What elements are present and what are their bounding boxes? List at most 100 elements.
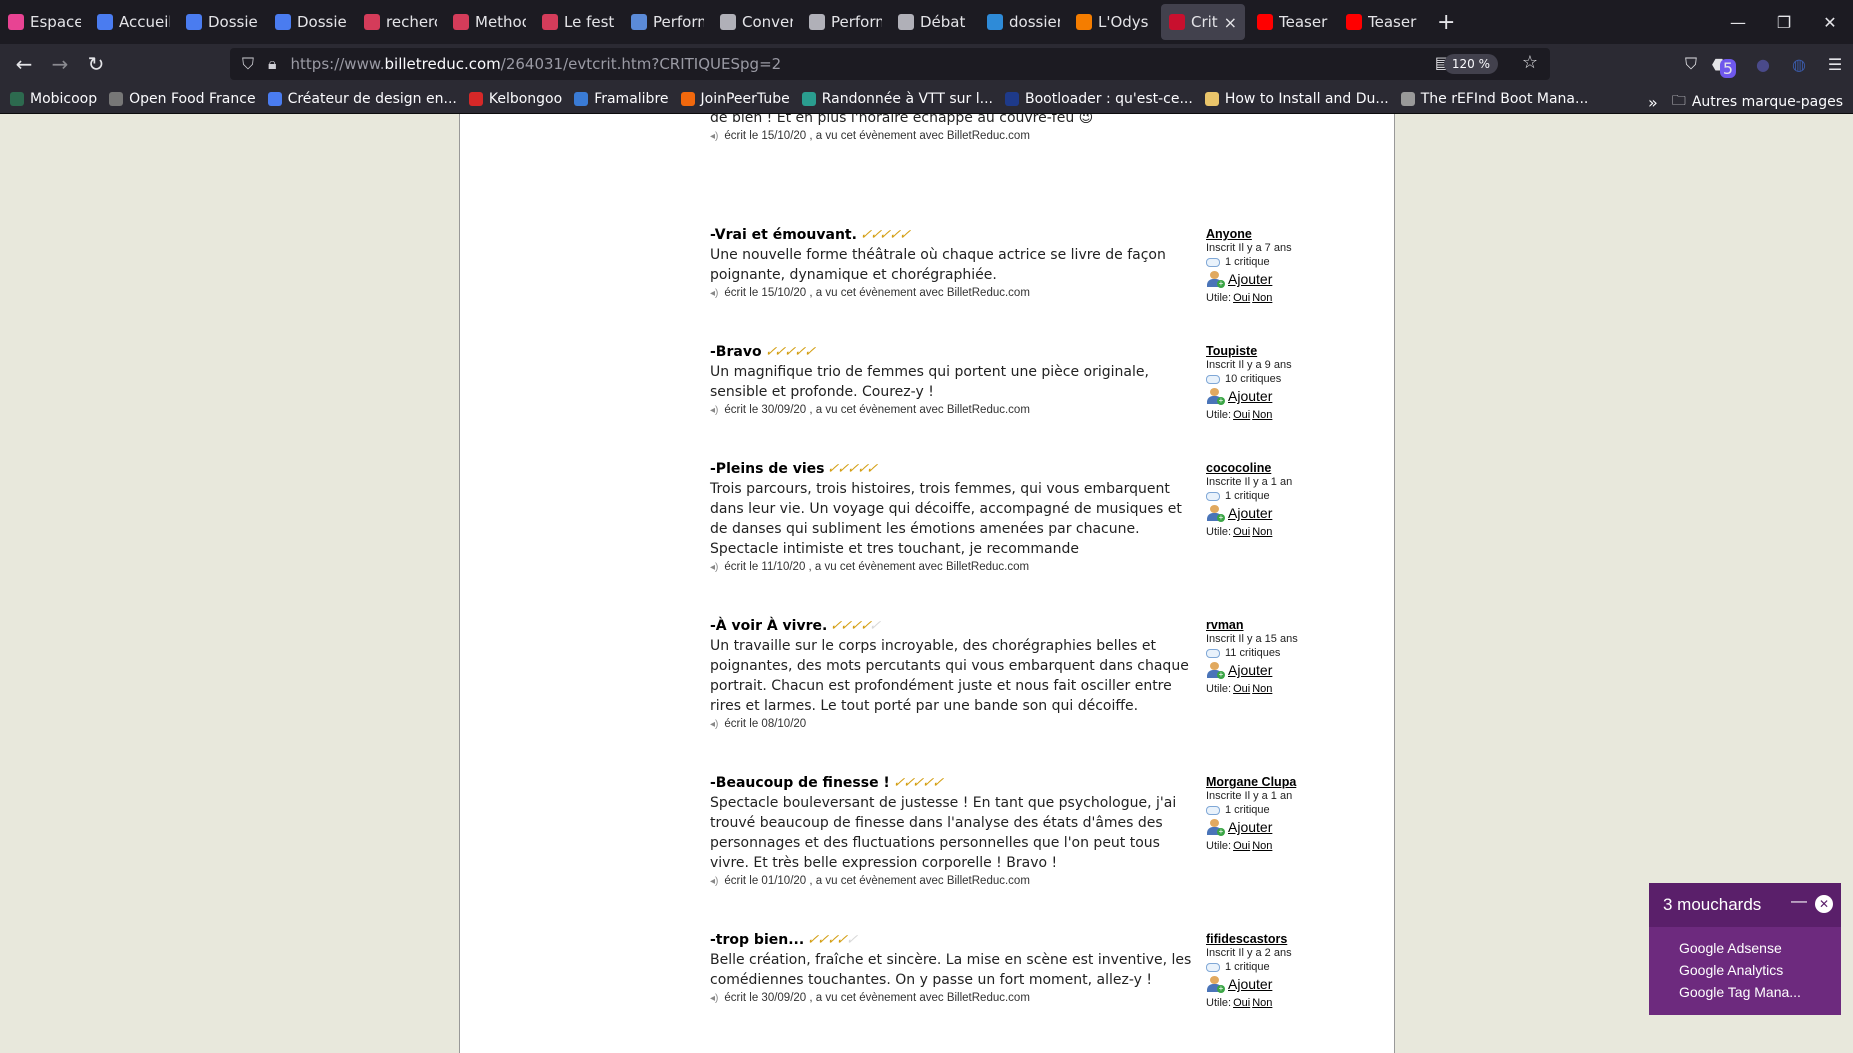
useful-no-link[interactable]: Non xyxy=(1252,292,1272,304)
menu-icon[interactable]: ☰ xyxy=(1817,55,1853,74)
useful-no-link[interactable]: Non xyxy=(1252,683,1272,695)
review-meta: ◂) écrit le 01/10/20 , a vu cet évènement… xyxy=(710,875,1202,887)
reviewer-panel: Toupiste Inscrit Il y a 9 ans 10 critiques… xyxy=(1206,344,1346,421)
tab-0[interactable]: Espace Cl xyxy=(0,0,89,44)
tab-3[interactable]: Dossier : xyxy=(267,0,356,44)
pocket-icon[interactable]: ⛉ xyxy=(1673,54,1709,74)
useful-vote: Utile: Oui Non xyxy=(1206,997,1346,1009)
review-date: écrit le 08/10/20 xyxy=(724,718,807,730)
useful-yes-link[interactable]: Oui xyxy=(1233,526,1250,538)
chevron-double-icon[interactable]: » xyxy=(1648,93,1658,112)
review-body: Spectacle bouleversant de justesse ! En … xyxy=(710,795,1177,871)
reviewer-name[interactable]: Anyone xyxy=(1206,227,1346,241)
reviewer-name[interactable]: fifidescastors xyxy=(1206,932,1346,946)
add-friend-label[interactable]: Ajouter xyxy=(1228,975,1272,993)
add-friend-label[interactable]: Ajouter xyxy=(1228,387,1272,405)
back-icon[interactable]: ← xyxy=(6,52,42,76)
extension-icon-3[interactable]: ◍ xyxy=(1781,55,1817,74)
lock-icon[interactable]: 🔒︎ xyxy=(268,54,277,74)
useful-no-link[interactable]: Non xyxy=(1252,997,1272,1009)
tracker-item[interactable]: Google Adsense xyxy=(1679,937,1841,959)
useful-yes-link[interactable]: Oui xyxy=(1233,997,1250,1009)
restore-icon[interactable]: ❐ xyxy=(1761,13,1807,32)
tab-12[interactable]: L'Odyssé xyxy=(1068,0,1157,44)
extension-icon[interactable]: ⬣5 xyxy=(1709,55,1745,78)
bookmark-item[interactable]: Framalibre xyxy=(574,90,669,107)
tab-9[interactable]: Performa xyxy=(801,0,890,44)
close-tab-icon[interactable]: × xyxy=(1224,13,1237,32)
other-bookmarks[interactable]: » 🗀 Autres marque-pages xyxy=(1648,90,1843,114)
close-window-icon[interactable]: ✕ xyxy=(1807,13,1853,32)
add-friend-label[interactable]: Ajouter xyxy=(1228,818,1272,836)
useful-no-link[interactable]: Non xyxy=(1252,526,1272,538)
reviews-page: rire aux larmes, de la sensualité à la v… xyxy=(459,114,1395,1053)
add-friend-button[interactable]: + Ajouter xyxy=(1206,387,1346,405)
tab-13[interactable]: Critiqu × xyxy=(1161,4,1245,40)
add-friend-label[interactable]: Ajouter xyxy=(1228,270,1272,288)
bookmark-star-icon[interactable]: ☆ xyxy=(1522,52,1538,73)
add-friend-button[interactable]: + Ajouter xyxy=(1206,818,1346,836)
tab-15[interactable]: Teaser "V xyxy=(1338,0,1427,44)
minimize-popup-icon[interactable]: — xyxy=(1791,893,1807,911)
useful-no-link[interactable]: Non xyxy=(1252,409,1272,421)
add-friend-label[interactable]: Ajouter xyxy=(1228,504,1272,522)
tracker-item[interactable]: Google Tag Mana... xyxy=(1679,981,1841,1003)
bookmark-item[interactable]: Open Food France xyxy=(109,91,256,107)
add-friend-button[interactable]: + Ajouter xyxy=(1206,975,1346,993)
reviewer-name[interactable]: Toupiste xyxy=(1206,344,1346,358)
reviewer-name[interactable]: rvman xyxy=(1206,618,1346,632)
speaker-icon: ◂) xyxy=(710,875,719,887)
useful-yes-link[interactable]: Oui xyxy=(1233,683,1250,695)
bookmark-item[interactable]: The rEFInd Boot Mana... xyxy=(1400,91,1588,107)
tab-label: Espace Cl xyxy=(30,13,81,31)
useful-yes-link[interactable]: Oui xyxy=(1233,840,1250,852)
bookmark-item[interactable]: Mobicoop xyxy=(10,91,97,107)
tab-1[interactable]: Accueil - C xyxy=(89,0,178,44)
useful-no-link[interactable]: Non xyxy=(1252,840,1272,852)
bookmark-item[interactable]: JoinPeerTube xyxy=(680,91,790,107)
add-friend-label[interactable]: Ajouter xyxy=(1228,661,1272,679)
speech-bubble-icon xyxy=(1206,648,1220,658)
forward-icon[interactable]: → xyxy=(42,52,78,76)
reviewer-name[interactable]: Morgane Clupa xyxy=(1206,775,1346,789)
bookmark-item[interactable]: Bootloader : qu'est-ce... xyxy=(1004,91,1193,107)
bookmark-item[interactable]: How to Install and Du... xyxy=(1204,91,1389,107)
shield-icon[interactable]: ⛉ xyxy=(242,54,254,74)
useful-yes-link[interactable]: Oui xyxy=(1233,292,1250,304)
tab-14[interactable]: Teaser Vi xyxy=(1249,0,1338,44)
page-viewport: rire aux larmes, de la sensualité à la v… xyxy=(0,114,1853,1053)
extension-icon-2[interactable]: ● xyxy=(1745,55,1781,74)
add-friend-button[interactable]: + Ajouter xyxy=(1206,270,1346,288)
url-bar[interactable]: ⛉ 🔒︎ https://www.billetreduc.com/264031/… xyxy=(230,48,1550,80)
useful-yes-link[interactable]: Oui xyxy=(1233,409,1250,421)
folder-icon: 🗀 xyxy=(1671,93,1686,109)
minimize-icon[interactable]: — xyxy=(1715,13,1761,32)
tracker-item[interactable]: Google Analytics xyxy=(1679,959,1841,981)
add-user-icon: + xyxy=(1206,662,1225,679)
tab-11[interactable]: dossier a xyxy=(979,0,1068,44)
bookmark-item[interactable]: Randonnée à VTT sur l... xyxy=(801,91,993,107)
new-tab-button[interactable]: + xyxy=(1427,10,1465,35)
tab-2[interactable]: Dossier M xyxy=(178,0,267,44)
bookmark-item[interactable]: Kelbongoo xyxy=(468,91,562,107)
bookmark-label: Framalibre xyxy=(594,90,669,107)
tab-8[interactable]: Conversa xyxy=(712,0,801,44)
review-title-row: -Pleins de vies ✓ ✓ ✓ ✓ ✓ xyxy=(710,459,1202,479)
add-friend-button[interactable]: + Ajouter xyxy=(1206,661,1346,679)
add-friend-button[interactable]: + Ajouter xyxy=(1206,504,1346,522)
tab-4[interactable]: recherche xyxy=(356,0,445,44)
add-user-icon: + xyxy=(1206,388,1225,405)
tab-10[interactable]: Débat | C xyxy=(890,0,979,44)
tab-7[interactable]: Performa xyxy=(623,0,712,44)
close-popup-icon[interactable]: ✕ xyxy=(1815,895,1833,913)
tab-5[interactable]: Method A xyxy=(445,0,534,44)
reviewer-name[interactable]: cococoline xyxy=(1206,461,1346,475)
reload-icon[interactable]: ↻ xyxy=(78,52,114,76)
other-bookmarks-label[interactable]: Autres marque-pages xyxy=(1692,94,1843,110)
useful-label: Utile: xyxy=(1206,997,1232,1009)
url-text[interactable]: https://www.billetreduc.com/264031/evtcr… xyxy=(291,55,782,73)
zoom-level[interactable]: 120 % xyxy=(1443,54,1498,74)
trackers-header: 3 mouchards xyxy=(1649,883,1841,927)
bookmark-item[interactable]: Créateur de design en... xyxy=(267,91,457,107)
tab-6[interactable]: Le festiva xyxy=(534,0,623,44)
